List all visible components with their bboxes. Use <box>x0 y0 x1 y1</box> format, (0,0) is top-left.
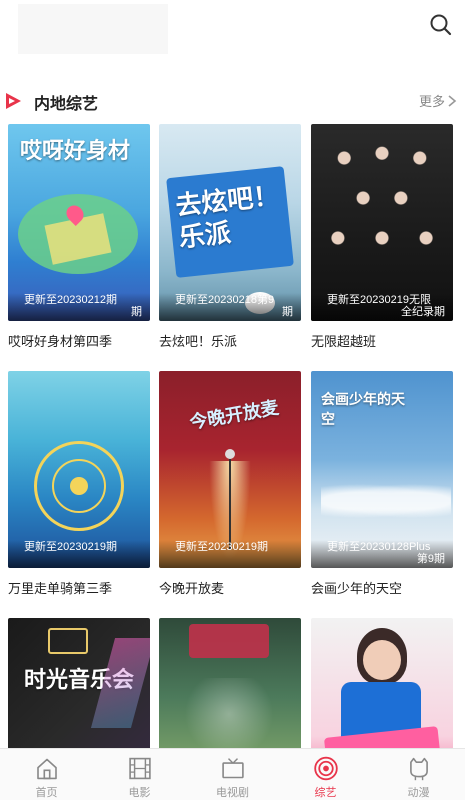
nav-label: 电影 <box>128 787 151 799</box>
show-title[interactable]: 去炫吧！乐派 <box>159 331 301 350</box>
nav-label: 综艺 <box>314 787 337 799</box>
poster-title: 哎呀好身材 <box>20 138 131 163</box>
show-title[interactable]: 哎呀好身材第四季 <box>8 331 150 350</box>
episode-text: 全纪录期 <box>401 306 445 318</box>
top-bar <box>0 0 465 60</box>
show-poster[interactable]: 会画少年的天空 更新至20230128Plus 第9期 <box>311 371 453 568</box>
nav-home[interactable]: 首页 <box>0 749 93 800</box>
update-text: 更新至20230212期 <box>24 294 117 306</box>
chevron-right-icon <box>448 94 457 107</box>
show-card[interactable]: 更新至20230219期 万里走单骑第三季 <box>8 371 150 597</box>
logo-area <box>18 4 168 54</box>
update-text: 更新至20230128Plus <box>327 541 431 553</box>
update-text: 更新至20230219期 <box>24 541 117 553</box>
poster-title: 今晚开放麦 <box>188 397 281 433</box>
more-label: 更多 <box>418 94 445 109</box>
show-poster[interactable]: 哎呀好身材 更新至20230212期 期 <box>8 124 150 321</box>
show-card[interactable]: 哎呀好身材 更新至20230212期 期 哎呀好身材第四季 <box>8 124 150 350</box>
cat-icon <box>409 757 428 781</box>
search-icon <box>430 14 452 36</box>
show-card[interactable]: 会画少年的天空 更新至20230128Plus 第9期 会画少年的天空 <box>311 371 453 597</box>
show-poster[interactable]: 更新至20230219无限 全纪录期 <box>311 124 453 321</box>
app-screen: 内地综艺 更多 哎呀好身材 更新至20230212期 期 哎呀好身材第四季 去炫… <box>0 0 465 800</box>
bottom-nav: 首页 电影 电视剧 综艺 动漫 <box>0 748 465 800</box>
nav-anime[interactable]: 动漫 <box>372 749 465 800</box>
nav-label: 电视剧 <box>216 787 249 799</box>
show-poster[interactable]: 去炫吧！乐派 更新至20230218第9 期 <box>159 124 301 321</box>
more-link[interactable]: 更多 <box>419 91 457 110</box>
episode-text: 期 <box>282 306 293 318</box>
nav-label: 动漫 <box>407 787 430 799</box>
film-icon <box>128 757 151 780</box>
section-header: 内地综艺 更多 <box>0 84 465 114</box>
show-poster[interactable]: 更新至20230219期 <box>8 371 150 568</box>
show-card[interactable]: 更新至20230219无限 全纪录期 无限超越班 <box>311 124 453 350</box>
show-title[interactable]: 无限超越班 <box>311 331 453 350</box>
show-poster[interactable]: 今晚开放麦 更新至20230219期 <box>159 371 301 568</box>
poster-title: 去炫吧！乐派 <box>174 180 281 253</box>
search-button[interactable] <box>424 8 458 42</box>
poster-title: 会画少年的天空 <box>321 391 405 427</box>
show-title[interactable]: 今晚开放麦 <box>159 578 301 597</box>
episode-text: 第9期 <box>416 553 445 565</box>
play-triangle-icon <box>6 93 21 109</box>
show-title[interactable]: 会画少年的天空 <box>311 578 453 597</box>
show-title[interactable]: 万里走单骑第三季 <box>8 578 150 597</box>
home-icon <box>36 758 57 780</box>
section-title: 内地综艺 <box>34 96 99 113</box>
nav-tv[interactable]: 电视剧 <box>186 749 279 800</box>
nav-label: 首页 <box>35 787 58 799</box>
show-card[interactable]: 去炫吧！乐派 更新至20230218第9 期 去炫吧！乐派 <box>159 124 301 350</box>
tv-icon <box>221 758 244 779</box>
show-card[interactable]: 今晚开放麦 更新至20230219期 今晚开放麦 <box>159 371 301 597</box>
nav-variety[interactable]: 综艺 <box>279 749 372 800</box>
target-icon <box>313 756 338 781</box>
update-text: 更新至20230218第9 <box>175 294 275 306</box>
update-text: 更新至20230219期 <box>175 541 268 553</box>
episode-text: 期 <box>131 306 142 318</box>
nav-movie[interactable]: 电影 <box>93 749 186 800</box>
